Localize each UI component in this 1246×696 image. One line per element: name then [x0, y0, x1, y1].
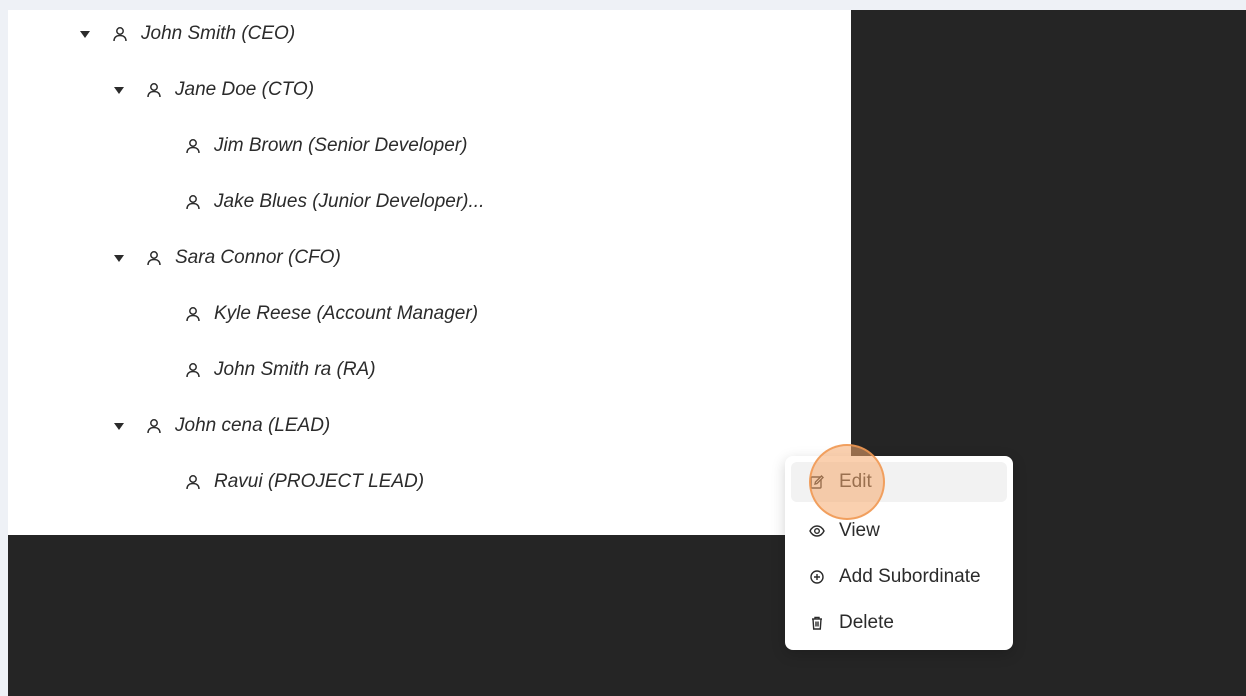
tree-node-label: Jim Brown (Senior Developer): [214, 135, 468, 156]
menu-item-label: Edit: [839, 471, 872, 492]
trash-icon: [809, 615, 825, 631]
caret-down-icon[interactable]: [75, 30, 95, 38]
menu-item-label: View: [839, 520, 880, 541]
tree-node-label: Jane Doe (CTO): [175, 79, 315, 100]
caret-down-icon[interactable]: [109, 86, 129, 94]
person-icon: [184, 193, 202, 211]
person-icon: [184, 137, 202, 155]
person-icon: [145, 249, 163, 267]
tree-node-label: Kyle Reese (Account Manager): [214, 303, 479, 324]
tree-node-jake-blues[interactable]: Jake Blues (Junior Developer)...: [184, 190, 484, 214]
person-icon: [184, 473, 202, 491]
tree-node-label: Sara Connor (CFO): [175, 247, 341, 268]
person-icon: [145, 81, 163, 99]
menu-item-edit[interactable]: Edit: [791, 462, 1007, 502]
tree-node-jane-doe-cto[interactable]: Jane Doe (CTO): [109, 78, 314, 102]
tree-node-label: Ravui (PROJECT LEAD): [214, 471, 425, 492]
caret-down-icon[interactable]: [109, 254, 129, 262]
tree-node-john-cena-lead[interactable]: John cena (LEAD): [109, 414, 330, 438]
tree-node-label: Jake Blues (Junior Developer)...: [214, 191, 485, 212]
tree-node-label: John Smith ra (RA): [214, 359, 376, 380]
menu-item-add-subordinate[interactable]: Add Subordinate: [791, 557, 1007, 597]
edit-icon: [809, 474, 825, 490]
tree-node-kyle-reese[interactable]: Kyle Reese (Account Manager): [184, 302, 478, 326]
tree-node-label: John cena (LEAD): [175, 415, 331, 436]
person-icon: [111, 25, 129, 43]
tree-node-sara-connor-cfo[interactable]: Sara Connor (CFO): [109, 246, 341, 270]
person-icon: [184, 361, 202, 379]
menu-item-view[interactable]: View: [791, 511, 1007, 551]
tree-node-john-smith-ra[interactable]: John Smith ra (RA): [184, 358, 376, 382]
menu-item-label: Add Subordinate: [839, 566, 981, 587]
eye-icon: [809, 523, 825, 539]
caret-down-icon[interactable]: [109, 422, 129, 430]
plus-circle-icon: [809, 569, 825, 585]
menu-item-label: Delete: [839, 612, 894, 633]
tree-node-label: John Smith (CEO): [141, 23, 296, 44]
person-icon: [145, 417, 163, 435]
menu-item-delete[interactable]: Delete: [791, 603, 1007, 643]
tree-node-john-smith-ceo[interactable]: John Smith (CEO): [75, 22, 295, 46]
context-menu: Edit View Add Subordinate Delete: [785, 456, 1013, 650]
tree-node-ravui[interactable]: Ravui (PROJECT LEAD): [184, 470, 424, 494]
context-menu-pointer: [806, 448, 822, 456]
tree-node-jim-brown[interactable]: Jim Brown (Senior Developer): [184, 134, 467, 158]
person-icon: [184, 305, 202, 323]
